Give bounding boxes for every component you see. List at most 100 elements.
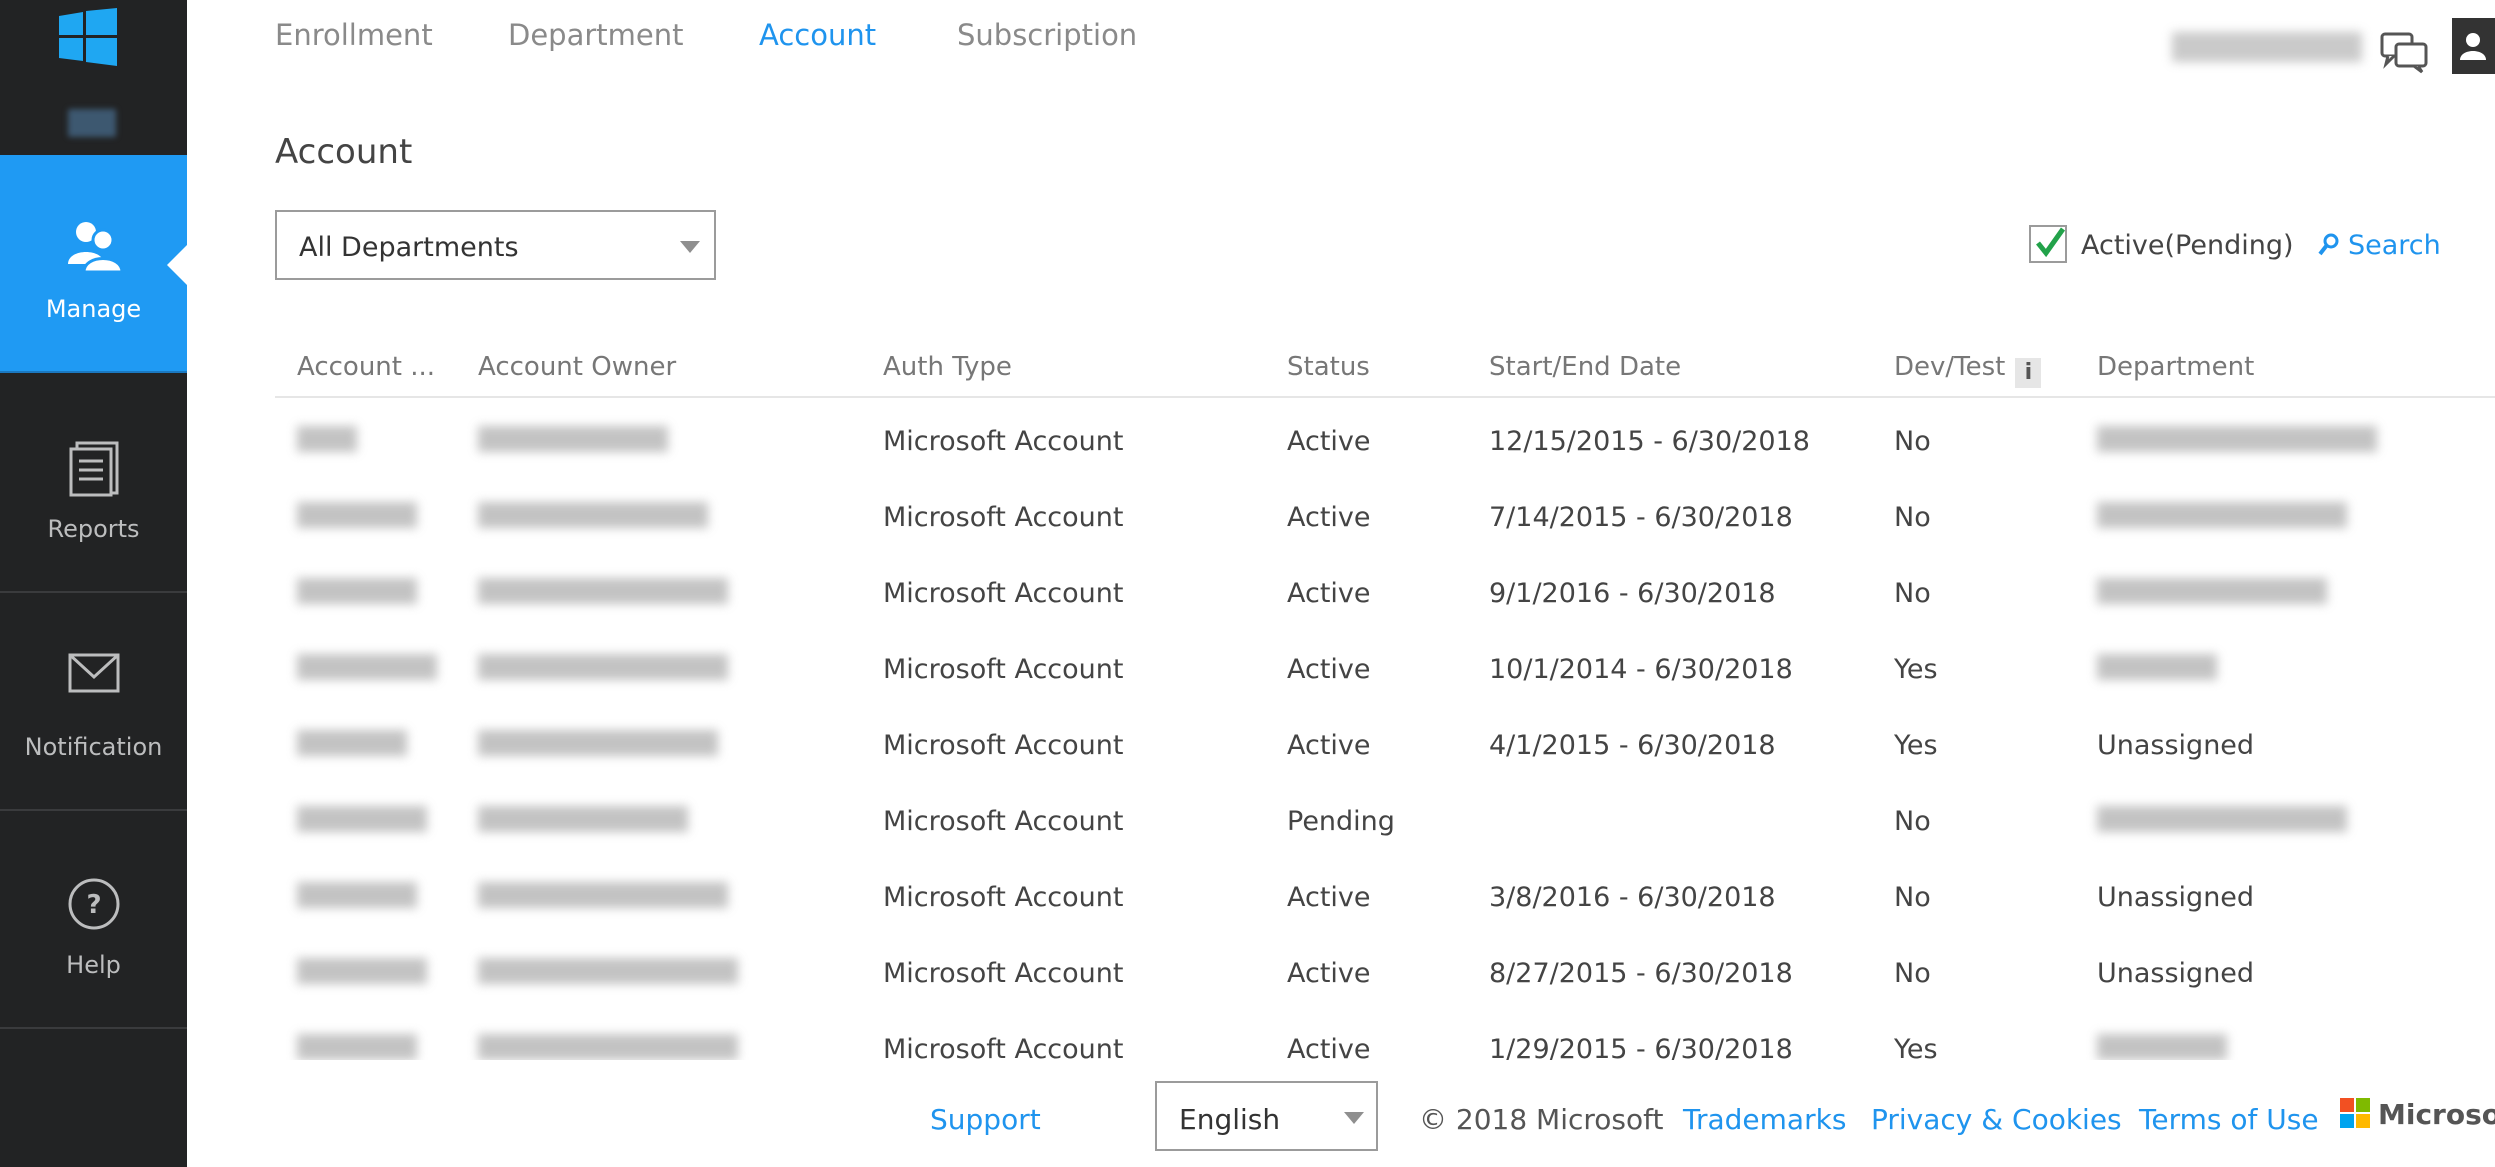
table-row[interactable]: Microsoft Account Active 3/8/2016 - 6/30/2… bbox=[275, 860, 2495, 936]
table-row[interactable]: Microsoft Account Active 4/1/2015 - 6/30/2… bbox=[275, 708, 2495, 784]
table-row[interactable]: Microsoft Account Active 12/15/2015 - 6/30… bbox=[275, 404, 2495, 480]
redacted-value bbox=[478, 730, 718, 756]
rail-item-manage[interactable]: Manage bbox=[0, 155, 187, 373]
active-pending-label[interactable]: Active(Pending) bbox=[2081, 230, 2294, 261]
cell-department bbox=[2097, 426, 2377, 459]
redacted-value bbox=[478, 654, 728, 680]
rail-item-reports[interactable]: Reports bbox=[0, 375, 187, 593]
language-value: English bbox=[1179, 1103, 1281, 1136]
cell-account-owner bbox=[478, 882, 728, 915]
column-status[interactable]: Status bbox=[1287, 352, 1370, 382]
support-link[interactable]: Support bbox=[930, 1103, 1041, 1136]
tab-subscription[interactable]: Subscription bbox=[957, 18, 1137, 52]
cell-auth-type: Microsoft Account bbox=[883, 882, 1124, 913]
cell-account-name bbox=[297, 882, 417, 915]
redacted-value bbox=[297, 958, 427, 984]
table-row[interactable]: Microsoft Account Active 1/29/2015 - 6/30/… bbox=[275, 1012, 2495, 1060]
rail-item-label: Reports bbox=[47, 515, 140, 543]
cell-department: Unassigned bbox=[2097, 730, 2255, 761]
cell-start-end-date: 7/14/2015 - 6/30/2018 bbox=[1489, 502, 1793, 533]
search-label: Search bbox=[2348, 230, 2441, 261]
account-avatar-icon[interactable] bbox=[2452, 18, 2495, 74]
tab-enrollment[interactable]: Enrollment bbox=[275, 18, 433, 52]
tenant-badge bbox=[68, 109, 116, 137]
cell-account-name bbox=[297, 806, 427, 839]
document-icon bbox=[69, 441, 118, 497]
cell-status: Active bbox=[1287, 882, 1371, 913]
chevron-down-icon bbox=[1344, 1112, 1364, 1124]
column-account-name[interactable]: Account ... bbox=[297, 352, 435, 382]
rail-item-label: Help bbox=[66, 951, 121, 979]
cell-status: Pending bbox=[1287, 806, 1395, 837]
terms-of-use-link[interactable]: Terms of Use bbox=[2139, 1103, 2319, 1136]
accounts-table-header: Account ... Account Owner Auth Type Stat… bbox=[275, 338, 2495, 398]
column-start-end-date[interactable]: Start/End Date bbox=[1489, 352, 1681, 382]
left-rail: Manage Reports Notification ? Help bbox=[0, 0, 187, 1167]
page-title: Account bbox=[275, 132, 413, 172]
users-icon bbox=[67, 222, 122, 272]
search-icon bbox=[2318, 233, 2339, 256]
cell-department: Unassigned bbox=[2097, 882, 2255, 913]
redacted-value bbox=[2097, 806, 2347, 832]
cell-dev-test: No bbox=[1894, 426, 1931, 457]
cell-status: Active bbox=[1287, 654, 1371, 685]
info-icon[interactable]: i bbox=[2015, 358, 2042, 388]
privacy-cookies-link[interactable]: Privacy & Cookies bbox=[1871, 1103, 2122, 1136]
windows-logo-icon[interactable] bbox=[59, 8, 117, 66]
cell-dev-test: No bbox=[1894, 882, 1931, 913]
department-filter-value: All Departments bbox=[299, 232, 519, 263]
column-auth-type[interactable]: Auth Type bbox=[883, 352, 1012, 382]
redacted-value bbox=[297, 1034, 417, 1060]
column-department[interactable]: Department bbox=[2097, 352, 2254, 382]
redacted-value bbox=[2097, 578, 2327, 604]
column-account-owner[interactable]: Account Owner bbox=[478, 352, 676, 382]
cell-account-name bbox=[297, 578, 417, 611]
cell-account-owner bbox=[478, 730, 718, 763]
checkmark-icon bbox=[2036, 227, 2066, 258]
rail-item-notification[interactable]: Notification bbox=[0, 593, 187, 811]
language-select[interactable]: English bbox=[1155, 1081, 1378, 1151]
cell-account-owner bbox=[478, 958, 738, 991]
search-button[interactable]: Search bbox=[2318, 230, 2441, 261]
trademarks-link[interactable]: Trademarks bbox=[1683, 1103, 1846, 1136]
table-row[interactable]: Microsoft Account Active 9/1/2016 - 6/30/2… bbox=[275, 556, 2495, 632]
active-pending-checkbox[interactable] bbox=[2029, 225, 2067, 263]
cell-status: Active bbox=[1287, 958, 1371, 989]
cell-auth-type: Microsoft Account bbox=[883, 502, 1124, 533]
mail-icon bbox=[68, 653, 119, 693]
redacted-value bbox=[478, 578, 728, 604]
column-dev-test[interactable]: Dev/Test i bbox=[1894, 352, 2042, 388]
cell-start-end-date: 10/1/2014 - 6/30/2018 bbox=[1489, 654, 1793, 685]
feedback-chat-icon[interactable] bbox=[2380, 30, 2428, 74]
table-row[interactable]: Microsoft Account Active 10/1/2014 - 6/30/… bbox=[275, 632, 2495, 708]
cell-start-end-date: 3/8/2016 - 6/30/2018 bbox=[1489, 882, 1776, 913]
tab-account[interactable]: Account bbox=[759, 18, 876, 52]
table-row[interactable]: Microsoft Account Active 7/14/2015 - 6/30/… bbox=[275, 480, 2495, 556]
user-name[interactable] bbox=[2172, 32, 2362, 62]
cell-auth-type: Microsoft Account bbox=[883, 1034, 1124, 1060]
redacted-value bbox=[478, 1034, 738, 1060]
cell-dev-test: Yes bbox=[1894, 1034, 1938, 1060]
tab-department[interactable]: Department bbox=[508, 18, 684, 52]
cell-account-name bbox=[297, 730, 407, 763]
cell-start-end-date: 9/1/2016 - 6/30/2018 bbox=[1489, 578, 1776, 609]
cell-auth-type: Microsoft Account bbox=[883, 730, 1124, 761]
cell-dev-test: No bbox=[1894, 958, 1931, 989]
cell-dev-test: No bbox=[1894, 806, 1931, 837]
cell-account-name bbox=[297, 1034, 417, 1060]
cell-department bbox=[2097, 502, 2347, 535]
rail-item-help[interactable]: ? Help bbox=[0, 811, 187, 1029]
redacted-value bbox=[478, 806, 688, 832]
table-row[interactable]: Microsoft Account Active 8/27/2015 - 6/30/… bbox=[275, 936, 2495, 1012]
cell-account-owner bbox=[478, 806, 688, 839]
accounts-table-body: Microsoft Account Active 12/15/2015 - 6/30… bbox=[275, 400, 2495, 1060]
redacted-value bbox=[478, 502, 708, 528]
cell-account-owner bbox=[478, 426, 668, 459]
table-row[interactable]: Microsoft Account Pending No bbox=[275, 784, 2495, 860]
copyright-text: © 2018 Microsoft bbox=[1419, 1103, 1664, 1136]
redacted-value bbox=[297, 578, 417, 604]
redacted-value bbox=[478, 426, 668, 452]
department-filter-select[interactable]: All Departments bbox=[275, 210, 716, 280]
cell-account-owner bbox=[478, 654, 728, 687]
cell-account-owner bbox=[478, 502, 708, 535]
